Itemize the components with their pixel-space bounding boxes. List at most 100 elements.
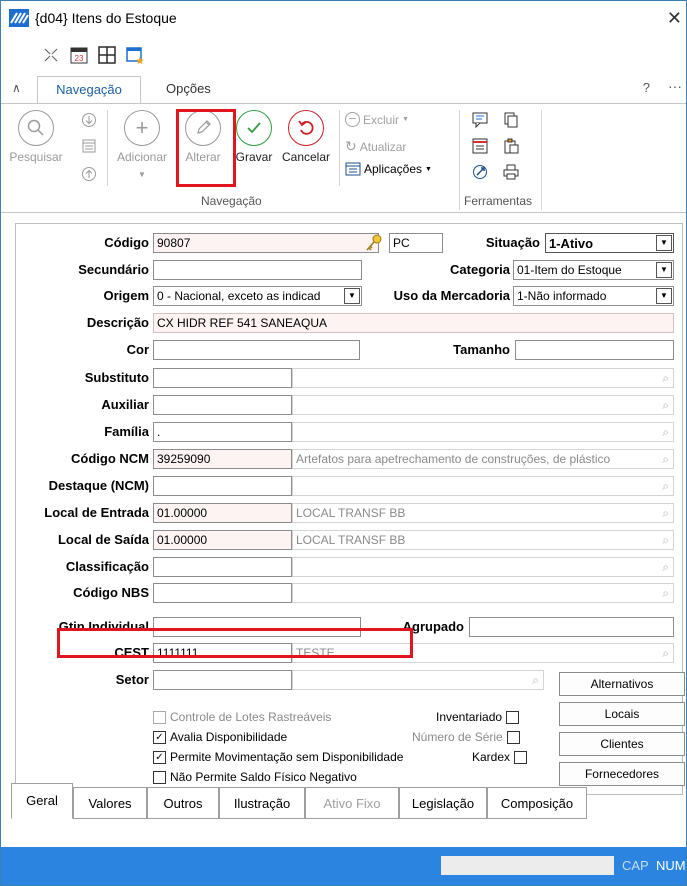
- arrow-down-circle-icon[interactable]: [81, 112, 97, 128]
- nao-permite-checkbox[interactable]: Não Permite Saldo Físico Negativo: [153, 770, 357, 784]
- codigo-nbs-input[interactable]: [153, 583, 292, 603]
- label-situacao: Situação: [485, 235, 540, 250]
- tab-geral[interactable]: Geral: [11, 783, 73, 819]
- tab-legislacao[interactable]: Legislação: [399, 787, 487, 819]
- substituto-input[interactable]: [153, 368, 292, 388]
- origem-select[interactable]: 0 - Nacional, exceto as indicad ▼: [153, 286, 362, 306]
- gravar-button[interactable]: Gravar: [231, 110, 277, 164]
- atualizar-button[interactable]: ↻ Atualizar: [345, 138, 406, 155]
- form-view-icon[interactable]: [81, 138, 97, 154]
- agrupado-input[interactable]: [469, 617, 674, 637]
- label-codigo-nbs: Código NBS: [73, 585, 149, 600]
- auxiliar-lookup[interactable]: ⌕: [292, 395, 674, 415]
- quick-access-toolbar: 23: [41, 45, 145, 67]
- search-icon: ⌕: [662, 506, 669, 520]
- window-star-icon[interactable]: [125, 45, 145, 65]
- destaque-ncm-lookup[interactable]: ⌕: [292, 476, 674, 496]
- chevron-down-icon: ▼: [656, 288, 672, 304]
- pesquisar-button[interactable]: Pesquisar: [7, 110, 65, 164]
- highlight-alterar: [176, 109, 236, 187]
- ncm-lookup[interactable]: Artefatos para apetrechamento de constru…: [292, 449, 674, 469]
- checkbox-box: [506, 710, 520, 724]
- auxiliar-input[interactable]: [153, 395, 292, 415]
- copy-icon[interactable]: [503, 112, 519, 128]
- inventariado-checkbox[interactable]: Inventariado: [436, 710, 520, 724]
- search-icon: ⌕: [662, 452, 669, 466]
- tab-ilustracao[interactable]: Ilustração: [219, 787, 305, 819]
- cancelar-button[interactable]: Cancelar: [277, 110, 335, 164]
- destaque-ncm-input[interactable]: [153, 476, 292, 496]
- excluir-button[interactable]: − Excluir ▼: [345, 112, 409, 127]
- tools-icon[interactable]: [472, 164, 488, 180]
- search-icon: ⌕: [532, 673, 539, 687]
- setor-lookup[interactable]: ⌕: [292, 670, 544, 690]
- setor-input[interactable]: [153, 670, 292, 690]
- permite-mov-checkbox[interactable]: ✓ Permite Movimentação sem Disponibilida…: [153, 750, 403, 764]
- label-uso-mercadoria: Uso da Mercadoria: [393, 288, 510, 303]
- close-icon[interactable]: ✕: [667, 9, 682, 27]
- dropdown-arrow-icon: ▼: [425, 165, 432, 173]
- chevron-down-icon: ▼: [344, 288, 360, 304]
- tab-valores[interactable]: Valores: [73, 787, 147, 819]
- classificacao-lookup[interactable]: ⌕: [292, 557, 674, 577]
- codigo-input[interactable]: 90807: [153, 233, 379, 253]
- chevron-up-icon[interactable]: ∧: [12, 81, 21, 95]
- key-icon[interactable]: [364, 233, 384, 253]
- locais-button[interactable]: Locais: [559, 702, 685, 726]
- local-saida-input[interactable]: 01.00000: [153, 530, 292, 550]
- avalia-checkbox[interactable]: ✓ Avalia Disponibilidade: [153, 730, 287, 744]
- ncm-description: Artefatos para apetrechamento de constru…: [296, 452, 611, 466]
- tab-ativo-fixo[interactable]: Ativo Fixo: [305, 787, 399, 819]
- tab-navegacao[interactable]: Navegação: [37, 76, 141, 104]
- fornecedores-button[interactable]: Fornecedores: [559, 762, 685, 786]
- applications-icon: [345, 162, 361, 176]
- kardex-checkbox[interactable]: Kardex: [472, 750, 528, 764]
- label-local-entrada: Local de Entrada: [44, 505, 149, 520]
- controle-lotes-checkbox[interactable]: Controle de Lotes Rastreáveis: [153, 710, 331, 724]
- clientes-button[interactable]: Clientes: [559, 732, 685, 756]
- classificacao-input[interactable]: [153, 557, 292, 577]
- permite-mov-label: Permite Movimentação sem Disponibilidade: [170, 750, 404, 764]
- tab-outros[interactable]: Outros: [147, 787, 219, 819]
- categoria-select[interactable]: 01-Item do Estoque ▼: [513, 260, 674, 280]
- adicionar-button[interactable]: + Adicionar ▼: [113, 110, 171, 179]
- help-icon[interactable]: ?: [643, 80, 650, 95]
- uso-mercadoria-select[interactable]: 1-Não informado ▼: [513, 286, 674, 306]
- tab-composicao[interactable]: Composição: [487, 787, 587, 819]
- tamanho-input[interactable]: [515, 340, 674, 360]
- codigo-ncm-input[interactable]: 39259090: [153, 449, 292, 469]
- local-entrada-lookup[interactable]: LOCAL TRANSF BB ⌕: [292, 503, 674, 523]
- situacao-select[interactable]: 1-Ativo ▼: [545, 233, 674, 253]
- print-icon[interactable]: [503, 164, 519, 180]
- collapse-arrows-icon[interactable]: [41, 45, 61, 65]
- descricao-input[interactable]: CX HIDR REF 541 SANEAQUA: [153, 313, 674, 333]
- paste-icon[interactable]: [503, 138, 519, 154]
- unidade-input[interactable]: PC: [389, 233, 443, 253]
- local-saida-lookup[interactable]: LOCAL TRANSF BB ⌕: [292, 530, 674, 550]
- local-entrada-input[interactable]: 01.00000: [153, 503, 292, 523]
- grid-icon[interactable]: [97, 45, 117, 65]
- cor-input[interactable]: [153, 340, 360, 360]
- origem-value: 0 - Nacional, exceto as indicad: [157, 289, 321, 303]
- familia-input[interactable]: .: [153, 422, 292, 442]
- alternativos-button[interactable]: Alternativos: [559, 672, 685, 696]
- secundario-input[interactable]: [153, 260, 362, 280]
- aplicacoes-button[interactable]: Aplicações ▼: [345, 162, 432, 176]
- dropdown-arrow-icon: ▼: [138, 170, 146, 179]
- more-icon[interactable]: ···: [668, 78, 682, 94]
- list-red-icon[interactable]: [472, 138, 488, 154]
- ribbon-separator: [107, 110, 108, 186]
- cancelar-label: Cancelar: [281, 150, 331, 164]
- familia-lookup[interactable]: ⌕: [292, 422, 674, 442]
- substituto-lookup[interactable]: ⌕: [292, 368, 674, 388]
- tab-opcoes[interactable]: Opções: [156, 76, 221, 104]
- calendar-icon[interactable]: 23: [69, 45, 89, 65]
- codigo-nbs-lookup[interactable]: ⌕: [292, 583, 674, 603]
- arrow-up-circle-icon[interactable]: [81, 166, 97, 182]
- chat-icon[interactable]: [472, 112, 488, 128]
- search-icon: ⌕: [662, 398, 669, 412]
- numero-serie-checkbox[interactable]: Número de Série: [412, 730, 520, 744]
- group-label-ferramentas: Ferramentas: [464, 194, 533, 208]
- inventariado-label: Inventariado: [436, 710, 503, 724]
- kardex-label: Kardex: [472, 750, 511, 764]
